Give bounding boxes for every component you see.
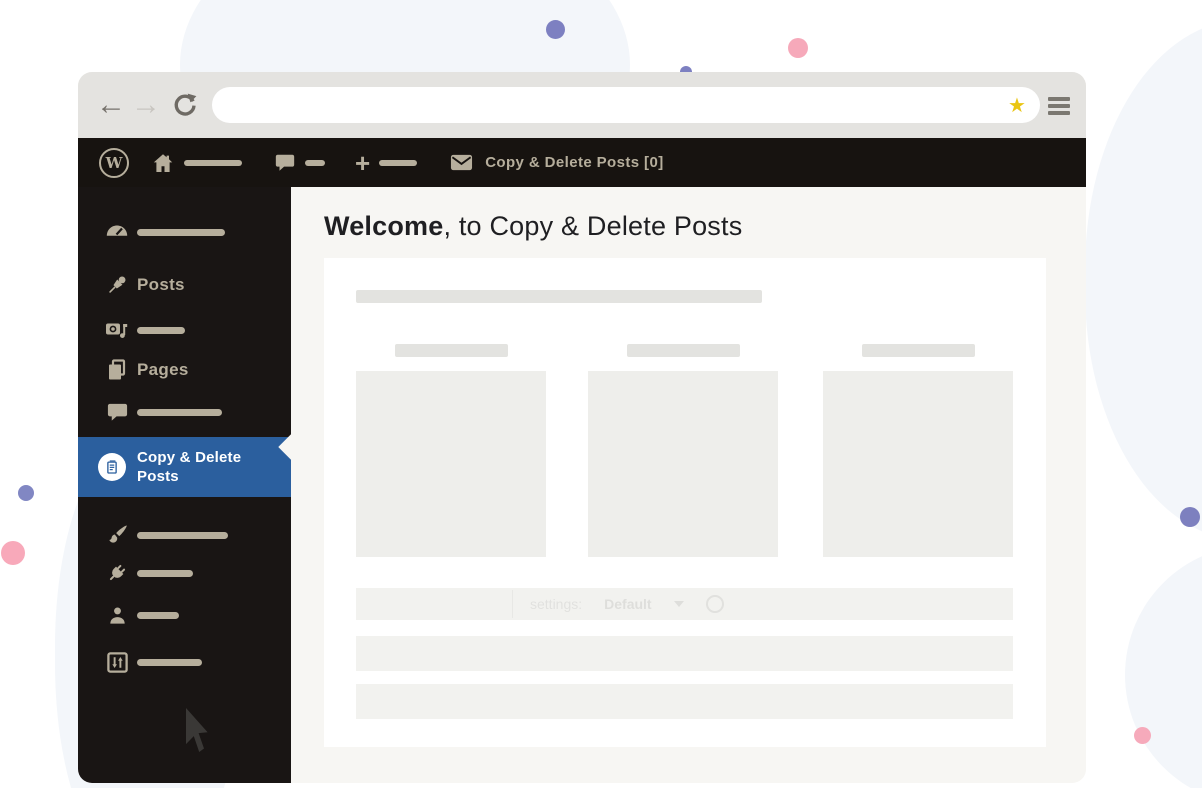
decor-dot-pink (788, 38, 808, 58)
placeholder-new-label (379, 160, 417, 166)
placeholder-panel (588, 371, 778, 557)
sidebar-item-media[interactable] (78, 316, 291, 344)
placeholder-comment-count (305, 160, 325, 166)
back-icon[interactable]: ← (94, 72, 128, 138)
sidebar-item-comments[interactable] (78, 398, 291, 426)
home-icon[interactable] (151, 151, 175, 175)
sidebar-item-settings[interactable] (78, 648, 291, 676)
new-content-icon[interactable]: + (355, 152, 370, 174)
placeholder-label (137, 612, 179, 619)
sidebar-item-plugins[interactable] (78, 559, 291, 587)
bookmark-star-icon[interactable]: ★ (1008, 72, 1026, 138)
browser-chrome: ← → ★ (78, 72, 1086, 138)
placeholder-intro-bar (356, 290, 762, 303)
wp-admin-bar: W + Copy & Delete Posts [0] (78, 138, 1086, 187)
media-icon (105, 318, 129, 342)
page-title-rest: , to Copy & Delete Posts (443, 211, 742, 241)
sidebar-item-pages[interactable]: Pages (78, 356, 291, 384)
ghost-settings: settings: Default (530, 595, 724, 613)
comment-bubble-icon (105, 400, 129, 424)
placeholder-column-title (395, 344, 508, 357)
placeholder-label (137, 532, 228, 539)
sidebar-item-label-active: Copy & Delete Posts (137, 448, 273, 486)
forward-icon[interactable]: → (130, 72, 162, 138)
gear-icon (706, 595, 724, 613)
page-title-bold: Welcome (324, 211, 443, 241)
decor-dot-pink (1, 541, 25, 565)
envelope-icon[interactable] (450, 151, 473, 174)
sidebar-item-label: Posts (137, 275, 185, 295)
welcome-card: settings: Default (324, 258, 1046, 747)
placeholder-site-name (184, 160, 242, 166)
sidebar-item-copy-delete-posts[interactable]: Copy & Delete Posts (78, 437, 291, 497)
decor-dot-pink-small (1134, 727, 1151, 744)
placeholder-label (137, 570, 193, 577)
placeholder-column-title (862, 344, 975, 357)
background-blob (1085, 20, 1202, 540)
copy-document-icon (98, 453, 126, 481)
placeholder-row (356, 684, 1013, 719)
page-title: Welcome, to Copy & Delete Posts (324, 211, 742, 242)
plug-icon (105, 561, 129, 585)
placeholder-label (137, 327, 185, 334)
placeholder-settings-row: settings: Default (356, 588, 1013, 620)
user-icon (105, 603, 129, 627)
pages-icon (105, 358, 129, 382)
menu-icon[interactable] (1048, 97, 1070, 115)
settings-sliders-icon (105, 650, 129, 674)
decor-dot-purple (1180, 507, 1200, 527)
decor-dot-purple (546, 20, 565, 39)
browser-window: ← → ★ W (78, 72, 1086, 783)
sidebar-item-posts[interactable]: Posts (78, 271, 291, 299)
placeholder-label (137, 409, 222, 416)
wp-sidebar: Posts (78, 187, 291, 783)
placeholder-row (356, 636, 1013, 671)
comments-icon[interactable] (274, 152, 296, 174)
placeholder-column-title (627, 344, 740, 357)
placeholder-label (137, 229, 225, 236)
placeholder-label (137, 659, 202, 666)
divider (512, 590, 513, 618)
background-blob (1125, 545, 1202, 788)
sidebar-item-users[interactable] (78, 601, 291, 629)
placeholder-panel (356, 371, 546, 557)
paintbrush-icon (105, 523, 129, 547)
sidebar-item-label: Pages (137, 360, 189, 380)
ghost-settings-label: settings: (530, 596, 582, 612)
url-input[interactable] (212, 87, 1040, 123)
mouse-cursor (186, 708, 216, 752)
wordpress-logo-icon[interactable]: W (99, 148, 129, 178)
admin-bar-plugin-title[interactable]: Copy & Delete Posts [0] (485, 154, 663, 171)
page: ← → ★ W (0, 0, 1202, 788)
chevron-down-icon (674, 601, 684, 607)
placeholder-panel (823, 371, 1013, 557)
dashboard-gauge-icon (105, 220, 129, 244)
refresh-icon[interactable] (168, 72, 202, 138)
ghost-settings-value: Default (604, 596, 651, 612)
pushpin-icon (105, 273, 129, 297)
sidebar-item-appearance[interactable] (78, 521, 291, 549)
decor-dot-purple-small (18, 485, 34, 501)
admin-content-area: Welcome, to Copy & Delete Posts settings… (291, 187, 1086, 783)
sidebar-item-dashboard[interactable] (78, 218, 291, 246)
